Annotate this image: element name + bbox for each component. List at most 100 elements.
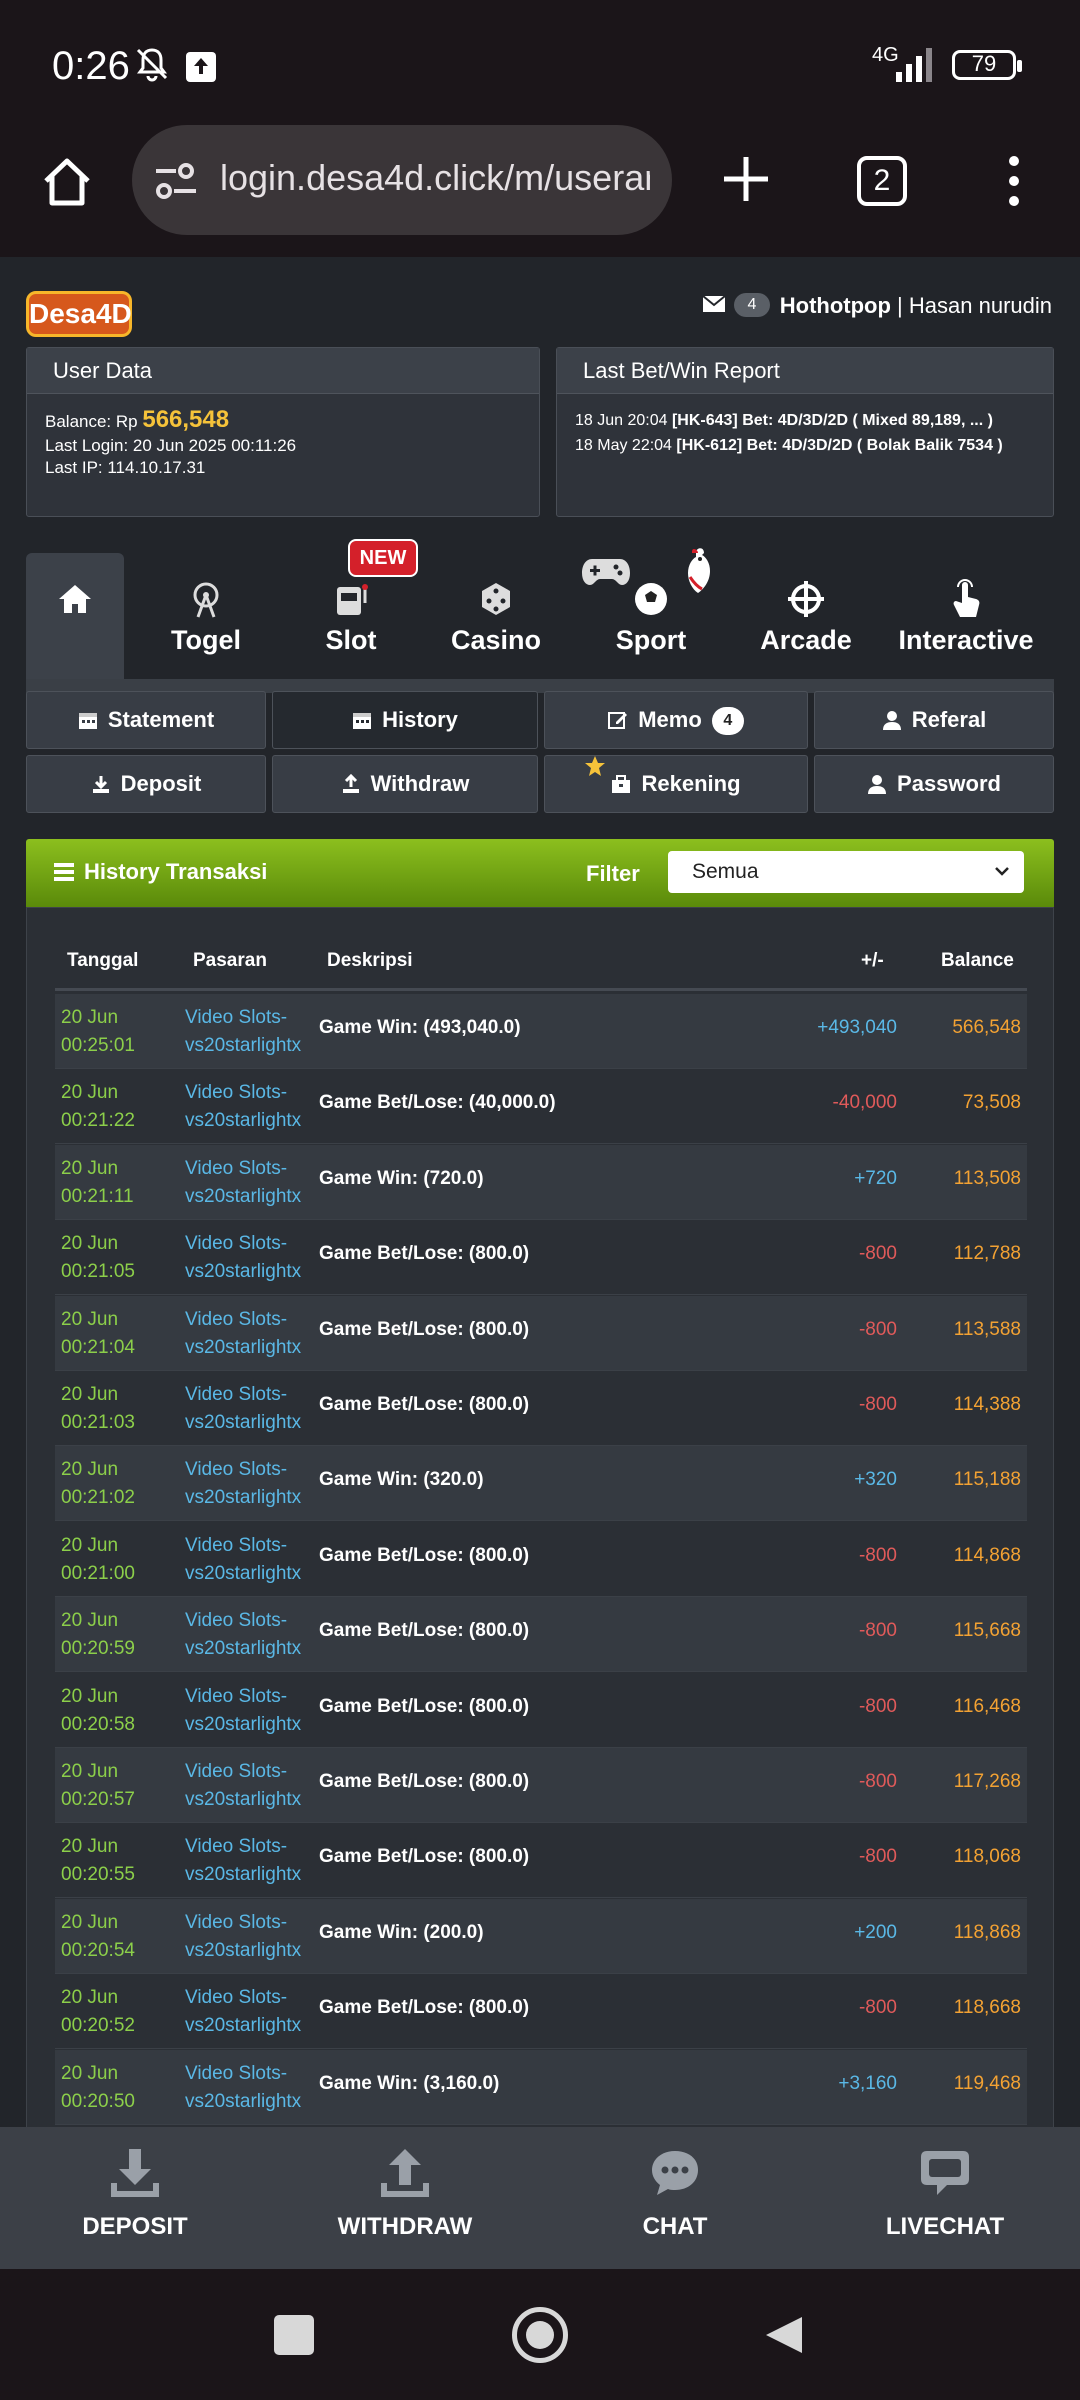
history-header: History Transaksi Filter Semua (26, 839, 1054, 907)
row-market[interactable]: Video Slots-vs20starlightx (185, 1381, 301, 1437)
row-amount: -800 (858, 1243, 897, 1265)
tab-label: Statement (107, 707, 215, 732)
web-page: Desa4D 4 Hothotpop | Hasan nurudin User … (0, 257, 1080, 2127)
category-interactive[interactable]: Interactive (886, 553, 1046, 679)
more-menu-icon[interactable] (1006, 155, 1022, 207)
user-icon (868, 775, 887, 794)
history-title: History Transaksi (54, 859, 267, 885)
row-market[interactable]: Video Slots-vs20starlightx (185, 1833, 301, 1889)
table-row: 20 Jun 00:20:54 Video Slots-vs20starlightx… (55, 1898, 1027, 1974)
category-arcade[interactable]: Arcade (736, 553, 876, 679)
row-date: 20 Jun 00:20:55 (61, 1833, 135, 1889)
bottom-withdraw-button[interactable]: WITHDRAW (270, 2127, 540, 2269)
deposit-icon (92, 776, 109, 793)
tab-deposit[interactable]: Deposit (26, 755, 266, 813)
briefcase-icon (612, 775, 631, 793)
row-description: Game Bet/Lose: (800.0) (319, 1394, 530, 1415)
back-icon[interactable] (762, 2313, 806, 2357)
tab-withdraw[interactable]: Withdraw (272, 755, 538, 813)
row-market[interactable]: Video Slots-vs20starlightx (185, 2060, 301, 2116)
site-logo[interactable]: Desa4D (26, 291, 132, 337)
table-row: 20 Jun 00:20:55 Video Slots-vs20starlightx… (55, 1823, 1027, 1899)
row-market[interactable]: Video Slots-vs20starlightx (185, 1758, 301, 1814)
bottom-chat-button[interactable]: CHAT (540, 2127, 810, 2269)
table-row: 20 Jun 00:20:52 Video Slots-vs20starlightx… (55, 1974, 1027, 2050)
row-date: 20 Jun 00:20:59 (61, 1607, 135, 1663)
row-market-game: vs20starlightx (185, 1562, 302, 1584)
row-market[interactable]: Video Slots-vs20starlightx (185, 1079, 301, 1135)
tab-statement[interactable]: Statement (26, 691, 266, 749)
row-market-type: Video Slots- (185, 1911, 288, 1933)
category-label: Togel (171, 625, 241, 655)
upload-icon (381, 2149, 429, 2197)
row-market[interactable]: Video Slots-vs20starlightx (185, 1155, 301, 1211)
username[interactable]: Hothotpop (780, 293, 891, 318)
row-market[interactable]: Video Slots-vs20starlightx (185, 1456, 301, 1512)
row-date-day: 20 Jun (61, 1987, 119, 2009)
row-balance: 73,508 (962, 1092, 1021, 1114)
bottom-deposit-button[interactable]: DEPOSIT (0, 2127, 270, 2269)
history-table-container: Tanggal Pasaran Deskripsi +/- Balance 20… (26, 907, 1054, 2127)
row-amount: -800 (858, 1318, 897, 1340)
soccer-ball-icon (635, 583, 667, 615)
col-header-amount: +/- (861, 950, 884, 971)
row-date-day: 20 Jun (61, 1384, 119, 1405)
category-casino[interactable]: Casino (426, 553, 566, 679)
chat-bubble-icon (652, 2151, 698, 2195)
recent-apps-icon[interactable] (274, 2315, 314, 2355)
balance-line: Balance: Rp 566,548 (27, 406, 539, 434)
tab-memo[interactable]: Memo 4 (544, 691, 808, 749)
browser-toolbar: login.desa4d.click/m/userar 2 (0, 125, 1080, 257)
list-icon (54, 863, 74, 881)
row-amount: +3,160 (838, 2072, 897, 2094)
row-amount: +320 (854, 1469, 897, 1491)
row-market-game: vs20starlightx (185, 1939, 302, 1961)
row-market-type: Video Slots- (185, 1987, 288, 2009)
row-balance: 114,388 (953, 1394, 1021, 1415)
row-date-day: 20 Jun (61, 1610, 119, 1632)
row-market-type: Video Slots- (185, 1534, 288, 1556)
home-circle-icon[interactable] (512, 2307, 568, 2363)
row-market[interactable]: Video Slots-vs20starlightx (185, 1230, 301, 1286)
table-row: 20 Jun 00:20:58 Video Slots-vs20starlightx… (55, 1672, 1027, 1748)
category-togel[interactable]: Togel (136, 553, 276, 679)
row-market[interactable]: Video Slots-vs20starlightx (185, 1004, 301, 1060)
category-nav: Togel Slot NEW Casino Sport Arcade Inter… (26, 539, 1054, 693)
row-market[interactable]: Video Slots-vs20starlightx (185, 1306, 301, 1362)
user-separator: | (890, 293, 909, 318)
category-sport[interactable]: Sport (576, 548, 726, 679)
row-market[interactable]: Video Slots-vs20starlightx (185, 1984, 301, 2040)
row-description: Game Bet/Lose: (800.0) (319, 1620, 530, 1642)
tab-referal[interactable]: Referal (814, 691, 1054, 749)
new-tab-icon[interactable] (720, 153, 772, 205)
row-market[interactable]: Video Slots-vs20starlightx (185, 1909, 301, 1965)
row-market[interactable]: Video Slots-vs20starlightx (185, 1532, 301, 1588)
star-icon (585, 756, 605, 776)
row-date-time: 00:20:55 (61, 1864, 135, 1886)
balance-label: Balance: Rp (45, 412, 143, 431)
filter-select[interactable]: Semua (668, 851, 1024, 893)
tab-switcher-button[interactable]: 2 (857, 156, 907, 206)
row-amount: -800 (858, 1771, 897, 1792)
mail-icon[interactable] (702, 295, 726, 313)
address-bar[interactable]: login.desa4d.click/m/userar (132, 125, 672, 235)
home-icon[interactable] (38, 153, 96, 211)
row-date: 20 Jun 00:20:58 (61, 1683, 135, 1739)
bottom-label: DEPOSIT (82, 2213, 188, 2240)
row-market[interactable]: Video Slots-vs20starlightx (185, 1683, 301, 1739)
site-settings-icon[interactable] (154, 161, 198, 201)
row-market-game: vs20starlightx (185, 1035, 302, 1056)
row-date-day: 20 Jun (61, 1836, 119, 1858)
row-market[interactable]: Video Slots-vs20starlightx (185, 1607, 301, 1663)
row-date-time: 00:20:50 (61, 2090, 135, 2112)
tab-password[interactable]: Password (814, 755, 1054, 813)
table-row: 20 Jun 00:21:05 Video Slots-vs20starlightx… (55, 1220, 1027, 1296)
row-date: 20 Jun 00:20:54 (61, 1909, 135, 1965)
row-date-day: 20 Jun (61, 1308, 119, 1330)
category-home[interactable] (26, 553, 124, 679)
bottom-livechat-button[interactable]: LIVECHAT (810, 2127, 1080, 2269)
row-market-type: Video Slots- (185, 1082, 288, 1104)
tab-history[interactable]: History (272, 691, 538, 749)
row-date-time: 00:21:05 (61, 1261, 135, 1283)
row-amount: -800 (858, 1394, 897, 1415)
